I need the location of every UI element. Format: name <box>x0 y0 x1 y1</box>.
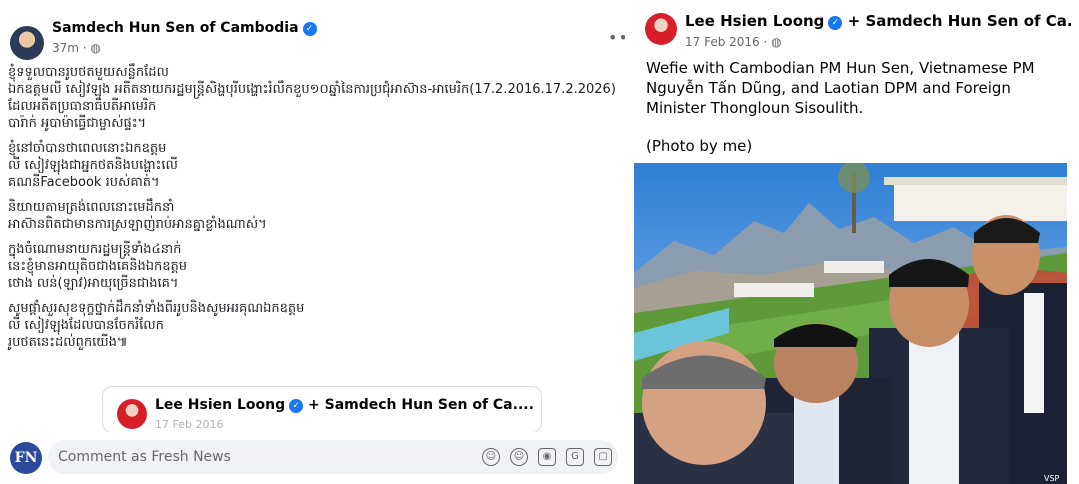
post-author[interactable]: Samdech Hun Sen of Cambodia ✓ <box>52 20 317 36</box>
post-photo[interactable]: VSP <box>634 163 1067 484</box>
author-avatar[interactable] <box>645 13 677 45</box>
commenter-avatar[interactable]: FN <box>10 442 42 474</box>
comment-bar: FN Comment as Fresh News ☺ ☺ ◉ G ▢ <box>0 432 625 484</box>
sticker-icon[interactable]: ☺ <box>482 448 500 466</box>
shared-author[interactable]: Lee Hsien Loong ✓ + Samdech Hun Sen of Ca… <box>155 397 534 413</box>
more-options-icon[interactable]: ••• <box>608 28 625 47</box>
post-author-name[interactable]: Samdech Hun Sen of Cambodia <box>52 20 299 36</box>
post-meta: 17 Feb 2016 · ◍ <box>685 35 782 49</box>
selfie-photo-illustration: VSP <box>634 163 1067 484</box>
post-body: ខ្ញុំទទួលបានរូបថតមួយសន្លឹកដែល ឯកឧត្តមលី … <box>8 64 623 359</box>
post-paragraph: ខ្ញុំទទួលបានរូបថតមួយសន្លឹកដែល ឯកឧត្តមលី … <box>8 65 616 131</box>
shared-post-card[interactable]: Lee Hsien Loong ✓ + Samdech Hun Sen of Ca… <box>102 386 542 433</box>
left-post: Samdech Hun Sen of Cambodia✓ 37m · ◍ •••… <box>0 8 625 484</box>
globe-icon: ◍ <box>90 41 101 55</box>
post-paragraph: សូមផ្តាំសួរសុខទុក្ខថ្នាក់ដឹកនាំទាំងពីររូ… <box>8 301 305 350</box>
post-author[interactable]: Lee Hsien Loong ✓ + Samdech Hun Sen of Ca… <box>685 12 1073 30</box>
author-avatar[interactable] <box>10 26 44 60</box>
verified-badge-icon: ✓ <box>302 22 317 36</box>
post-author-name[interactable]: Lee Hsien Loong <box>685 12 824 30</box>
post-caption: (Photo by me) <box>646 137 753 155</box>
post-body: Wefie with Cambodian PM Hun Sen, Vietnam… <box>646 58 1066 174</box>
post-caption: Wefie with Cambodian PM Hun Sen, Vietnam… <box>646 59 1035 117</box>
shared-date: 17 Feb 2016 <box>155 418 224 431</box>
post-paragraph: ខ្ញុំនៅចាំបានថាពេលនោះឯកឧត្តម លី សៀវឡុងជា… <box>8 141 178 190</box>
verified-badge-icon: ✓ <box>289 399 304 413</box>
tagged-with-label[interactable]: + Samdech Hun Sen of Ca.... <box>848 12 1073 30</box>
sticker2-icon[interactable]: ▢ <box>594 448 612 466</box>
shared-with-label: + Samdech Hun Sen of Ca.... <box>308 397 534 413</box>
photo-credit: VSP <box>1044 474 1060 483</box>
shared-author-name: Lee Hsien Loong <box>155 397 286 413</box>
camera-icon[interactable]: ◉ <box>538 448 556 466</box>
comment-input[interactable]: Comment as Fresh News ☺ ☺ ◉ G ▢ <box>48 440 618 474</box>
comment-tools: ☺ ☺ ◉ G ▢ <box>482 448 612 466</box>
emoji-icon[interactable]: ☺ <box>510 448 528 466</box>
verified-badge-icon: ✓ <box>828 16 843 30</box>
shared-author-avatar <box>117 399 147 429</box>
post-paragraph: និយាយតាមត្រង់ពេលនោះមេដឹកនាំ អាស៊ានពិតជាម… <box>8 200 267 232</box>
post-date[interactable]: 17 Feb 2016 <box>685 35 760 49</box>
right-post: Lee Hsien Loong ✓ + Samdech Hun Sen of Ca… <box>634 0 1073 484</box>
globe-icon: ◍ <box>771 35 782 49</box>
gif-icon[interactable]: G <box>566 448 584 466</box>
post-paragraph: ក្នុងចំណោមនាយករដ្ឋមន្ត្រីទាំង៤នាក់ នេះខ្… <box>8 242 188 291</box>
comment-placeholder: Comment as Fresh News <box>58 449 231 465</box>
post-meta: 37m · ◍ <box>52 41 101 55</box>
post-time[interactable]: 37m <box>52 41 79 55</box>
